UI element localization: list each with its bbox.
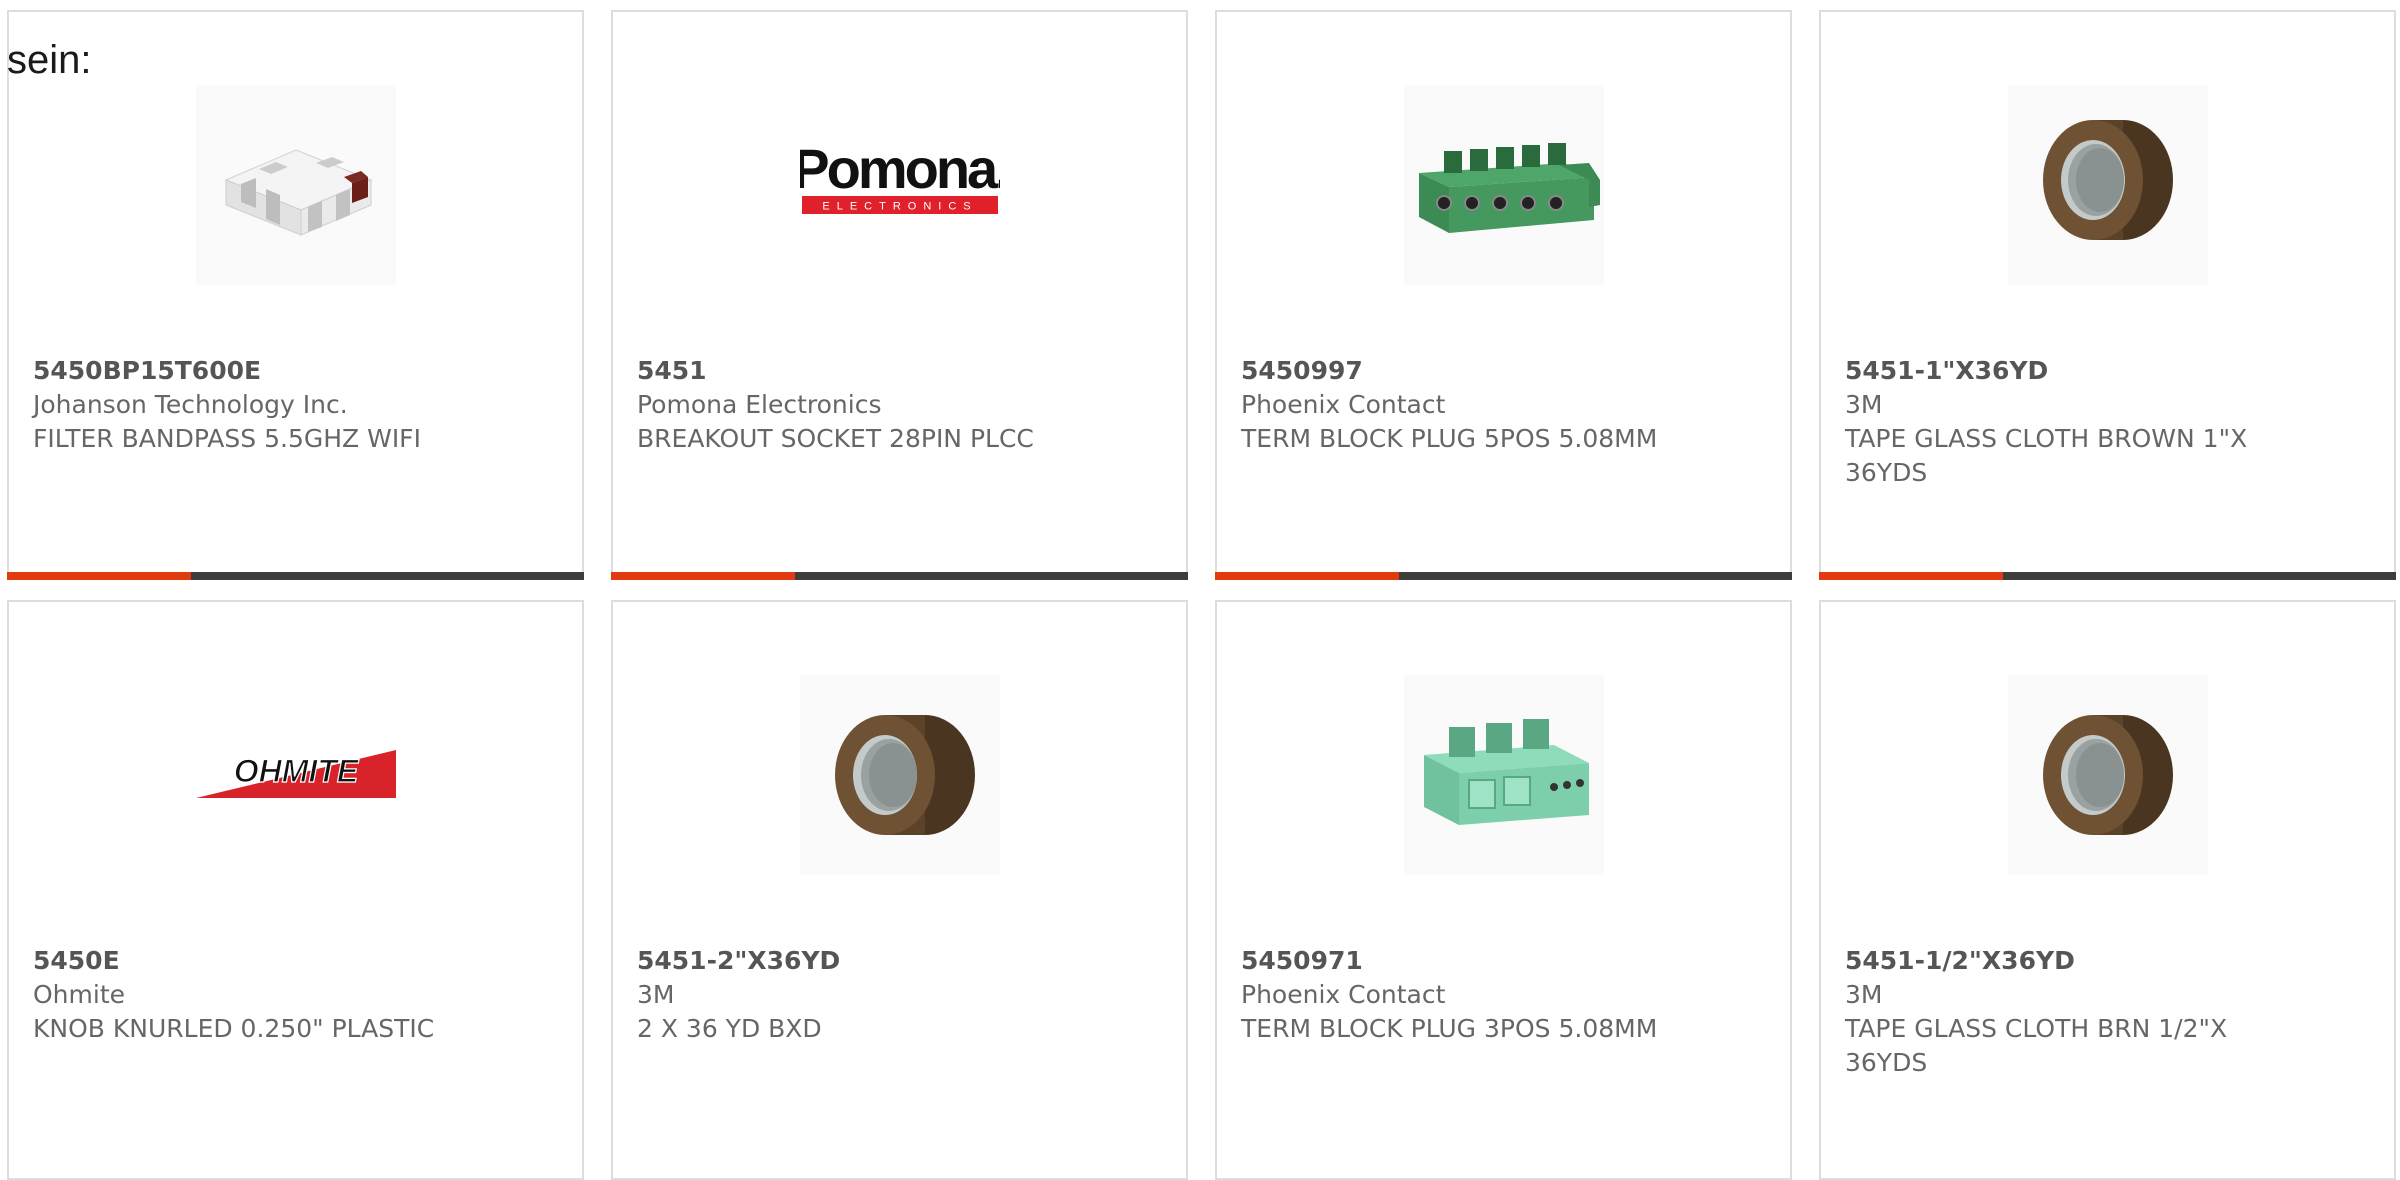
product-description: TERM BLOCK PLUG 3POS 5.08MM	[1241, 1014, 1658, 1043]
product-card[interactable]: 5451-1"X36YD 3M TAPE GLASS CLOTH BROWN 1…	[1819, 10, 2396, 580]
manufacturer-name: Johanson Technology Inc.	[33, 390, 348, 419]
chip-filter-icon	[196, 85, 396, 285]
product-image[interactable]	[2008, 675, 2208, 875]
product-info: 5451-2"X36YD 3M 2 X 36 YD BXD	[637, 944, 1167, 1046]
terminal-block-3pos-icon	[1404, 675, 1604, 875]
product-card[interactable]: 5451-2"X36YD 3M 2 X 36 YD BXD	[611, 600, 1188, 1180]
product-card[interactable]: 5450BP15T600E Johanson Technology Inc. F…	[7, 10, 584, 580]
accent-bar-base	[191, 572, 584, 580]
part-number-link[interactable]: 5450971	[1241, 944, 1771, 978]
card-accent-bar	[611, 572, 1188, 580]
product-description: TAPE GLASS CLOTH BROWN 1"X 36YDS	[1845, 424, 2248, 487]
product-info: 5451 Pomona Electronics BREAKOUT SOCKET …	[637, 354, 1167, 456]
product-info: 5450BP15T600E Johanson Technology Inc. F…	[33, 354, 563, 456]
ohmite-logo: OHMITE	[196, 750, 396, 798]
part-number-link[interactable]: 5450BP15T600E	[33, 354, 563, 388]
product-image[interactable]	[2008, 85, 2208, 285]
product-info: 5451-1"X36YD 3M TAPE GLASS CLOTH BROWN 1…	[1845, 354, 2375, 490]
product-description: TERM BLOCK PLUG 5POS 5.08MM	[1241, 424, 1658, 453]
manufacturer-name: 3M	[1845, 980, 1883, 1009]
ohmite-logo-text: OHMITE	[234, 753, 360, 789]
product-grid: 5450BP15T600E Johanson Technology Inc. F…	[0, 0, 2400, 1180]
product-description: FILTER BANDPASS 5.5GHZ WIFI	[33, 424, 421, 453]
accent-bar-base	[2003, 572, 2396, 580]
accent-bar-highlight	[1819, 572, 2003, 580]
part-number-link[interactable]: 5451-1/2"X36YD	[1845, 944, 2375, 978]
manufacturer-name: 3M	[637, 980, 675, 1009]
product-description: TAPE GLASS CLOTH BRN 1/2"X 36YDS	[1845, 1014, 2228, 1077]
product-card[interactable]: 5450971 Phoenix Contact TERM BLOCK PLUG …	[1215, 600, 1792, 1180]
product-card[interactable]: 5450997 Phoenix Contact TERM BLOCK PLUG …	[1215, 10, 1792, 580]
product-image[interactable]: OHMITE	[196, 675, 396, 875]
part-number-link[interactable]: 5450E	[33, 944, 563, 978]
product-image[interactable]	[1404, 85, 1604, 285]
pomona-logo: Pomona. ELECTRONICS	[800, 137, 1000, 214]
pomona-logo-text: Pomona.	[800, 137, 1000, 200]
product-card[interactable]: Pomona. ELECTRONICS 5451 Pomona Electron…	[611, 10, 1188, 580]
accent-bar-highlight	[611, 572, 795, 580]
product-image[interactable]	[196, 85, 396, 285]
product-info: 5450971 Phoenix Contact TERM BLOCK PLUG …	[1241, 944, 1771, 1046]
manufacturer-name: Phoenix Contact	[1241, 390, 1446, 419]
card-accent-bar	[1215, 572, 1792, 580]
product-description: 2 X 36 YD BXD	[637, 1014, 822, 1043]
accent-bar-highlight	[1215, 572, 1399, 580]
part-number-link[interactable]: 5451-2"X36YD	[637, 944, 1167, 978]
product-description: KNOB KNURLED 0.250" PLASTIC	[33, 1014, 435, 1043]
product-card[interactable]: 5451-1/2"X36YD 3M TAPE GLASS CLOTH BRN 1…	[1819, 600, 2396, 1180]
card-accent-bar	[1819, 572, 2396, 580]
part-number-link[interactable]: 5451	[637, 354, 1167, 388]
manufacturer-name: Ohmite	[33, 980, 126, 1009]
accent-bar-base	[1399, 572, 1792, 580]
page-label: sein:	[7, 38, 92, 82]
tape-roll-icon	[2008, 85, 2208, 285]
product-description: BREAKOUT SOCKET 28PIN PLCC	[637, 424, 1034, 453]
manufacturer-name: Phoenix Contact	[1241, 980, 1446, 1009]
part-number-link[interactable]: 5450997	[1241, 354, 1771, 388]
product-info: 5450997 Phoenix Contact TERM BLOCK PLUG …	[1241, 354, 1771, 456]
product-card[interactable]: OHMITE 5450E Ohmite KNOB KNURLED 0.250" …	[7, 600, 584, 1180]
tape-roll-icon	[2008, 675, 2208, 875]
accent-bar-highlight	[7, 572, 191, 580]
product-info: 5450E Ohmite KNOB KNURLED 0.250" PLASTIC	[33, 944, 563, 1046]
card-accent-bar	[7, 572, 584, 580]
tape-roll-icon	[800, 675, 1000, 875]
product-info: 5451-1/2"X36YD 3M TAPE GLASS CLOTH BRN 1…	[1845, 944, 2375, 1080]
product-image[interactable]	[1404, 675, 1604, 875]
product-image[interactable]: Pomona. ELECTRONICS	[800, 85, 1000, 285]
manufacturer-name: 3M	[1845, 390, 1883, 419]
pomona-logo-subtext: ELECTRONICS	[822, 201, 977, 213]
accent-bar-base	[795, 572, 1188, 580]
manufacturer-name: Pomona Electronics	[637, 390, 882, 419]
product-image[interactable]	[800, 675, 1000, 875]
part-number-link[interactable]: 5451-1"X36YD	[1845, 354, 2375, 388]
terminal-block-5pos-icon	[1404, 85, 1604, 285]
